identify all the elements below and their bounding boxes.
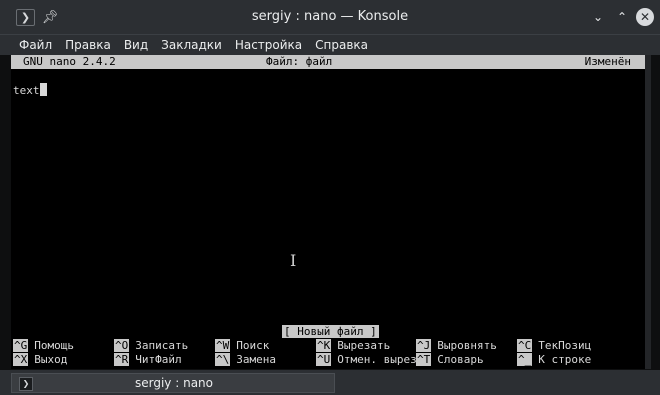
mouse-ibeam-icon: I [290,251,297,270]
shortcut-goto-line: ^_ К строке [517,353,592,366]
shortcut-search: ^W Поиск [215,339,270,352]
nano-shortcuts: ^G Помощь ^O Записать ^W Поиск ^K Вырезать ^… [11,339,645,367]
menu-settings[interactable]: Настройка [228,35,308,55]
shortcut-spell: ^T Словарь [416,353,484,366]
shortcut-cut: ^K Вырезать [316,339,391,352]
menubar: Файл Правка Вид Закладки Настройка Справ… [0,35,660,55]
menu-bookmarks[interactable]: Закладки [154,35,228,55]
shortcut-exit: ^X Выход [13,353,68,366]
shortcut-row: ^X Выход ^R ЧитФайл ^\ Замена ^U Отмен. выре… [11,353,645,367]
text-cursor [39,83,47,96]
shortcut-read-file: ^R ЧитФайл [114,353,182,366]
shortcut-uncut: ^U Отмен. вырез [316,353,417,366]
nano-modified-flag: Изменён [584,55,631,68]
tab-bar: ❯ sergiy : nano [0,370,660,395]
menu-edit[interactable]: Правка [58,35,117,55]
tab-label: sergiy : nano [135,376,213,390]
editor-text-line[interactable]: text [13,83,47,98]
menu-view[interactable]: Вид [117,35,154,55]
shortcut-help: ^G Помощь [13,339,74,352]
nano-version: GNU nano 2.4.2 [23,55,116,68]
shortcut-replace: ^\ Замена [215,353,276,366]
shortcut-write: ^O Записать [114,339,189,352]
window-titlebar[interactable]: ❯ 📌︎ sergiy : nano — Konsole ⌄ ⌃ ✕ [0,0,660,35]
scrollbar[interactable] [645,55,651,369]
menu-help[interactable]: Справка [308,35,374,55]
menu-file[interactable]: Файл [12,35,58,55]
close-icon[interactable]: ✕ [636,8,654,26]
maximize-icon[interactable]: ⌃ [612,8,632,26]
editor-text: text [13,84,40,97]
terminal-area[interactable]: GNU nano 2.4.2 Файл: файл Изменён text I… [11,55,645,369]
minimize-icon[interactable]: ⌄ [588,8,608,26]
shortcut-justify: ^J Выровнять [416,339,497,352]
window-title: sergiy : nano — Konsole [251,9,409,24]
shortcut-row: ^G Помощь ^O Записать ^W Поиск ^K Вырезать ^… [11,339,645,353]
nano-status: [ Новый файл ] [282,325,379,338]
tab-sergiy-nano[interactable]: ❯ sergiy : nano [11,373,335,393]
shortcut-curpos: ^C ТекПозиц [517,339,592,352]
nano-header: GNU nano 2.4.2 Файл: файл Изменён [11,55,645,69]
nano-filename: Файл: файл [266,55,333,68]
